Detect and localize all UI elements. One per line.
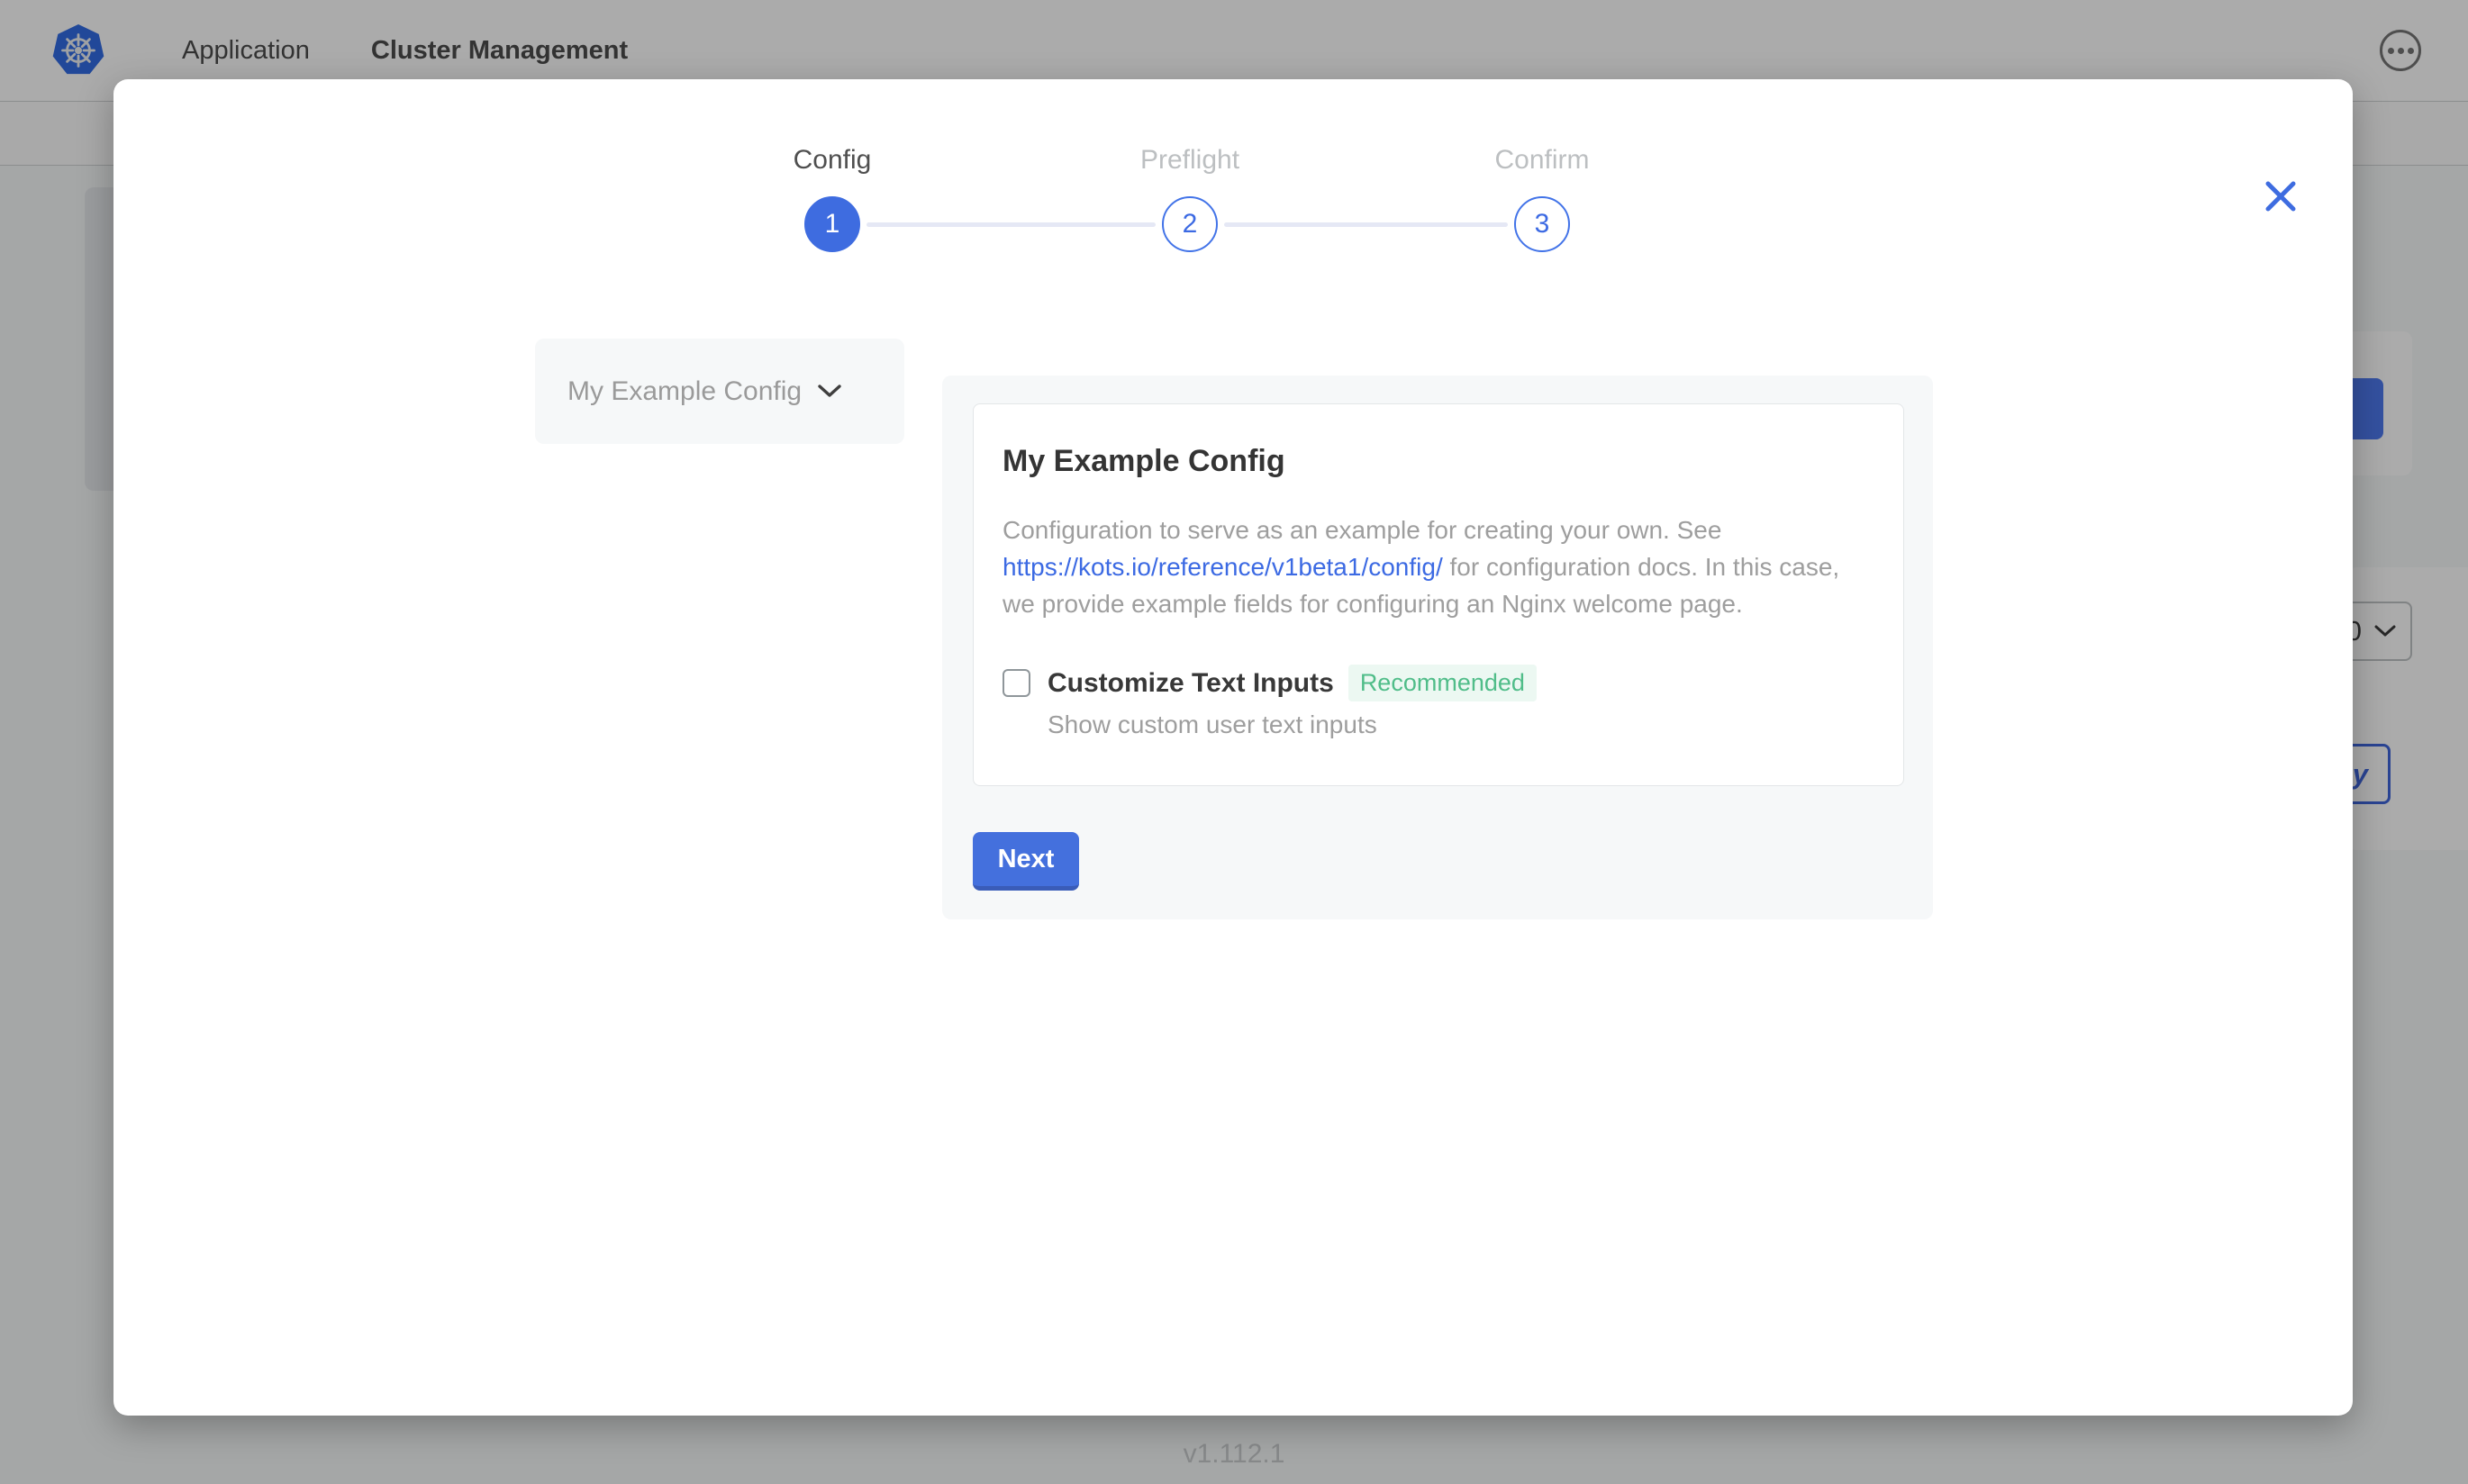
step-preflight-indicator: 2: [1162, 196, 1218, 252]
wizard-stepper: Config 1 Preflight 2 Confirm 3: [113, 79, 2353, 358]
customize-text-inputs-label[interactable]: Customize Text Inputs: [1048, 668, 1334, 699]
next-button[interactable]: Next: [973, 832, 1079, 891]
step-config: Config 1: [742, 144, 922, 252]
description-line: we provide example fields for configurin…: [1003, 585, 1874, 622]
step-config-indicator: 1: [804, 196, 860, 252]
config-panel: My Example Config Configuration to serve…: [942, 376, 1933, 919]
config-group-title: My Example Config: [1003, 444, 1874, 479]
config-docs-link[interactable]: https://kots.io/reference/v1beta1/config…: [1003, 553, 1443, 581]
config-group-card: My Example Config Configuration to serve…: [973, 403, 1904, 786]
config-option-row: Customize Text Inputs Recommended: [1003, 665, 1874, 701]
config-group-dropdown[interactable]: My Example Config: [535, 339, 904, 444]
description-line: https://kots.io/reference/v1beta1/config…: [1003, 548, 1874, 585]
step-config-label: Config: [742, 144, 922, 176]
description-text: for configuration docs. In this case,: [1443, 553, 1839, 581]
kots-admin-screen: Application Cluster Management 0 y v1.11…: [0, 0, 2468, 1484]
config-group-dropdown-label: My Example Config: [567, 376, 802, 407]
config-group-description: Configuration to serve as an example for…: [1003, 511, 1874, 622]
description-line: Configuration to serve as an example for…: [1003, 511, 1874, 548]
customize-text-inputs-help: Show custom user text inputs: [1048, 710, 1874, 739]
chevron-down-icon: [818, 385, 841, 398]
step-confirm-indicator: 3: [1514, 196, 1570, 252]
config-wizard-modal: Config 1 Preflight 2 Confirm 3 My Exampl…: [113, 79, 2353, 1416]
customize-text-inputs-checkbox[interactable]: [1003, 669, 1030, 697]
step-confirm-label: Confirm: [1452, 144, 1632, 176]
step-preflight: Preflight 2: [1100, 144, 1280, 252]
step-preflight-label: Preflight: [1100, 144, 1280, 176]
recommended-badge: Recommended: [1348, 665, 1537, 701]
step-confirm: Confirm 3: [1452, 144, 1632, 252]
